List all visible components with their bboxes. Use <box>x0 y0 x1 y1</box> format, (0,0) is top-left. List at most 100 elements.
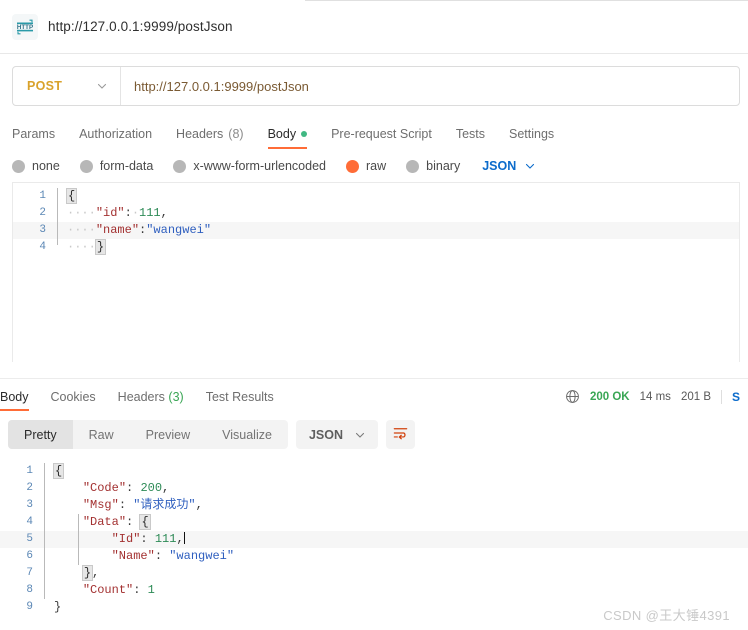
code-token: } <box>81 565 94 581</box>
body-type-row: none form-data x-www-form-urlencoded raw… <box>0 149 748 182</box>
view-mode-visualize[interactable]: Visualize <box>206 420 288 449</box>
code-token: : <box>154 549 170 563</box>
url-input[interactable]: http://127.0.0.1:9999/postJson <box>121 67 739 105</box>
body-type-binary-label: binary <box>426 159 461 173</box>
line-number: 7 <box>26 567 33 579</box>
response-tab-body[interactable]: Body <box>0 390 40 411</box>
body-type-urlencoded[interactable]: x-www-form-urlencoded <box>173 159 326 173</box>
code-line: 5 "Id": 111, <box>0 531 748 548</box>
code-token: : <box>126 481 141 495</box>
tab-params[interactable]: Params <box>12 127 67 149</box>
watermark: CSDN @王大锤4391 <box>603 608 730 623</box>
request-format-select[interactable]: JSON <box>482 159 535 173</box>
chevron-down-icon <box>355 430 365 440</box>
code-token: "请求成功" <box>133 498 196 512</box>
tab-authorization[interactable]: Authorization <box>67 127 164 149</box>
code-token: · <box>131 206 140 220</box>
response-view-mode-group: Pretty Raw Preview Visualize <box>8 420 288 449</box>
body-type-none[interactable]: none <box>12 159 60 173</box>
request-code-lines: 1{2 ····"id":·111, 3 ····"name":"wangwei" 4 ·… <box>13 188 739 256</box>
body-type-raw[interactable]: raw <box>346 159 386 173</box>
line-number: 1 <box>26 465 33 477</box>
view-mode-preview[interactable]: Preview <box>130 420 206 449</box>
code-text: "Count": 1 <box>44 582 748 599</box>
view-mode-raw[interactable]: Raw <box>73 420 130 449</box>
chevron-down-icon <box>97 81 107 91</box>
line-number: 3 <box>26 499 33 511</box>
response-tab-test-results[interactable]: Test Results <box>195 390 285 411</box>
code-token: 111 <box>154 532 177 546</box>
code-line: 6 "Name": "wangwei" <box>0 548 748 565</box>
request-tab-strip: HTTP http://127.0.0.1:9999/postJson <box>0 0 748 54</box>
line-number: 1 <box>39 190 46 202</box>
tab-params-label: Params <box>12 127 56 141</box>
code-token: } <box>94 239 107 255</box>
http-method-select[interactable]: POST <box>13 67 121 105</box>
code-text: ····"name":"wangwei" <box>57 222 739 239</box>
code-text: }, <box>44 565 748 582</box>
status-divider <box>721 389 722 404</box>
tab-pre-request-script[interactable]: Pre-request Script <box>319 127 444 149</box>
code-token: "Data" <box>82 515 127 529</box>
line-number: 6 <box>26 550 33 562</box>
http-badge-icon: HTTP <box>12 13 38 40</box>
code-line: 7 }, <box>0 565 748 582</box>
line-number: 8 <box>26 584 33 596</box>
body-type-binary[interactable]: binary <box>406 159 460 173</box>
code-token: "wangwei" <box>169 549 235 563</box>
response-tab-cookies-label: Cookies <box>50 390 96 404</box>
response-code-lines: 1{2 "Code": 200, 3 "Msg": "请求成功", 4 "Data"… <box>0 463 748 616</box>
code-token: : <box>126 515 141 529</box>
view-mode-raw-label: Raw <box>88 427 114 442</box>
code-token: "Name" <box>111 549 155 563</box>
radio-icon <box>406 159 420 173</box>
code-token: "Id" <box>111 532 141 546</box>
code-text: ····} <box>57 239 739 256</box>
tab-title[interactable]: http://127.0.0.1:9999/postJson <box>48 19 233 34</box>
response-header-row: Body Cookies Headers (3) Test Results 20… <box>0 379 748 411</box>
response-tab-headers-count: (3) <box>168 390 184 404</box>
request-body-editor[interactable]: 1{2 ····"id":·111, 3 ····"name":"wangwei" 4 ·… <box>12 182 740 362</box>
code-token: "Code" <box>82 481 127 495</box>
tab-headers[interactable]: Headers (8) <box>164 127 256 149</box>
response-size: 201 B <box>680 390 711 403</box>
request-section-tabs: Params Authorization Headers (8) Body Pr… <box>0 116 748 149</box>
line-number: 2 <box>26 482 33 494</box>
tab-settings[interactable]: Settings <box>497 127 566 149</box>
code-token: , <box>176 532 184 546</box>
http-method-label: POST <box>27 79 63 93</box>
body-type-form-data[interactable]: form-data <box>79 159 154 173</box>
response-format-select[interactable]: JSON <box>295 420 378 449</box>
response-body-viewer[interactable]: 1{2 "Code": 200, 3 "Msg": "请求成功", 4 "Data"… <box>0 458 748 616</box>
code-text: { <box>57 188 739 205</box>
code-token: "id" <box>95 206 125 220</box>
body-type-none-label: none <box>32 159 60 173</box>
code-token: , <box>92 566 100 580</box>
radio-icon <box>12 159 25 173</box>
tab-pre-request-script-label: Pre-request Script <box>331 127 432 141</box>
line-number: 9 <box>26 601 33 613</box>
code-token: "Msg" <box>82 498 119 512</box>
save-response-button[interactable]: Save Response <box>732 390 740 404</box>
response-tab-headers-label: Headers <box>117 390 165 404</box>
request-format-label: JSON <box>482 159 517 173</box>
radio-icon <box>79 159 93 173</box>
code-text: "Code": 200, <box>44 480 748 497</box>
tab-tests[interactable]: Tests <box>444 127 497 149</box>
view-mode-pretty[interactable]: Pretty <box>8 420 73 449</box>
response-tab-cookies[interactable]: Cookies <box>40 390 107 411</box>
response-tab-test-results-label: Test Results <box>205 390 274 404</box>
response-tab-headers[interactable]: Headers (3) <box>107 390 195 411</box>
line-number: 4 <box>26 516 33 528</box>
tab-body[interactable]: Body <box>256 127 320 149</box>
code-token: ···· <box>67 223 96 237</box>
line-number: 3 <box>39 224 46 236</box>
chevron-down-icon <box>525 161 535 171</box>
word-wrap-button[interactable] <box>386 420 415 449</box>
body-type-form-data-label: form-data <box>99 159 154 173</box>
